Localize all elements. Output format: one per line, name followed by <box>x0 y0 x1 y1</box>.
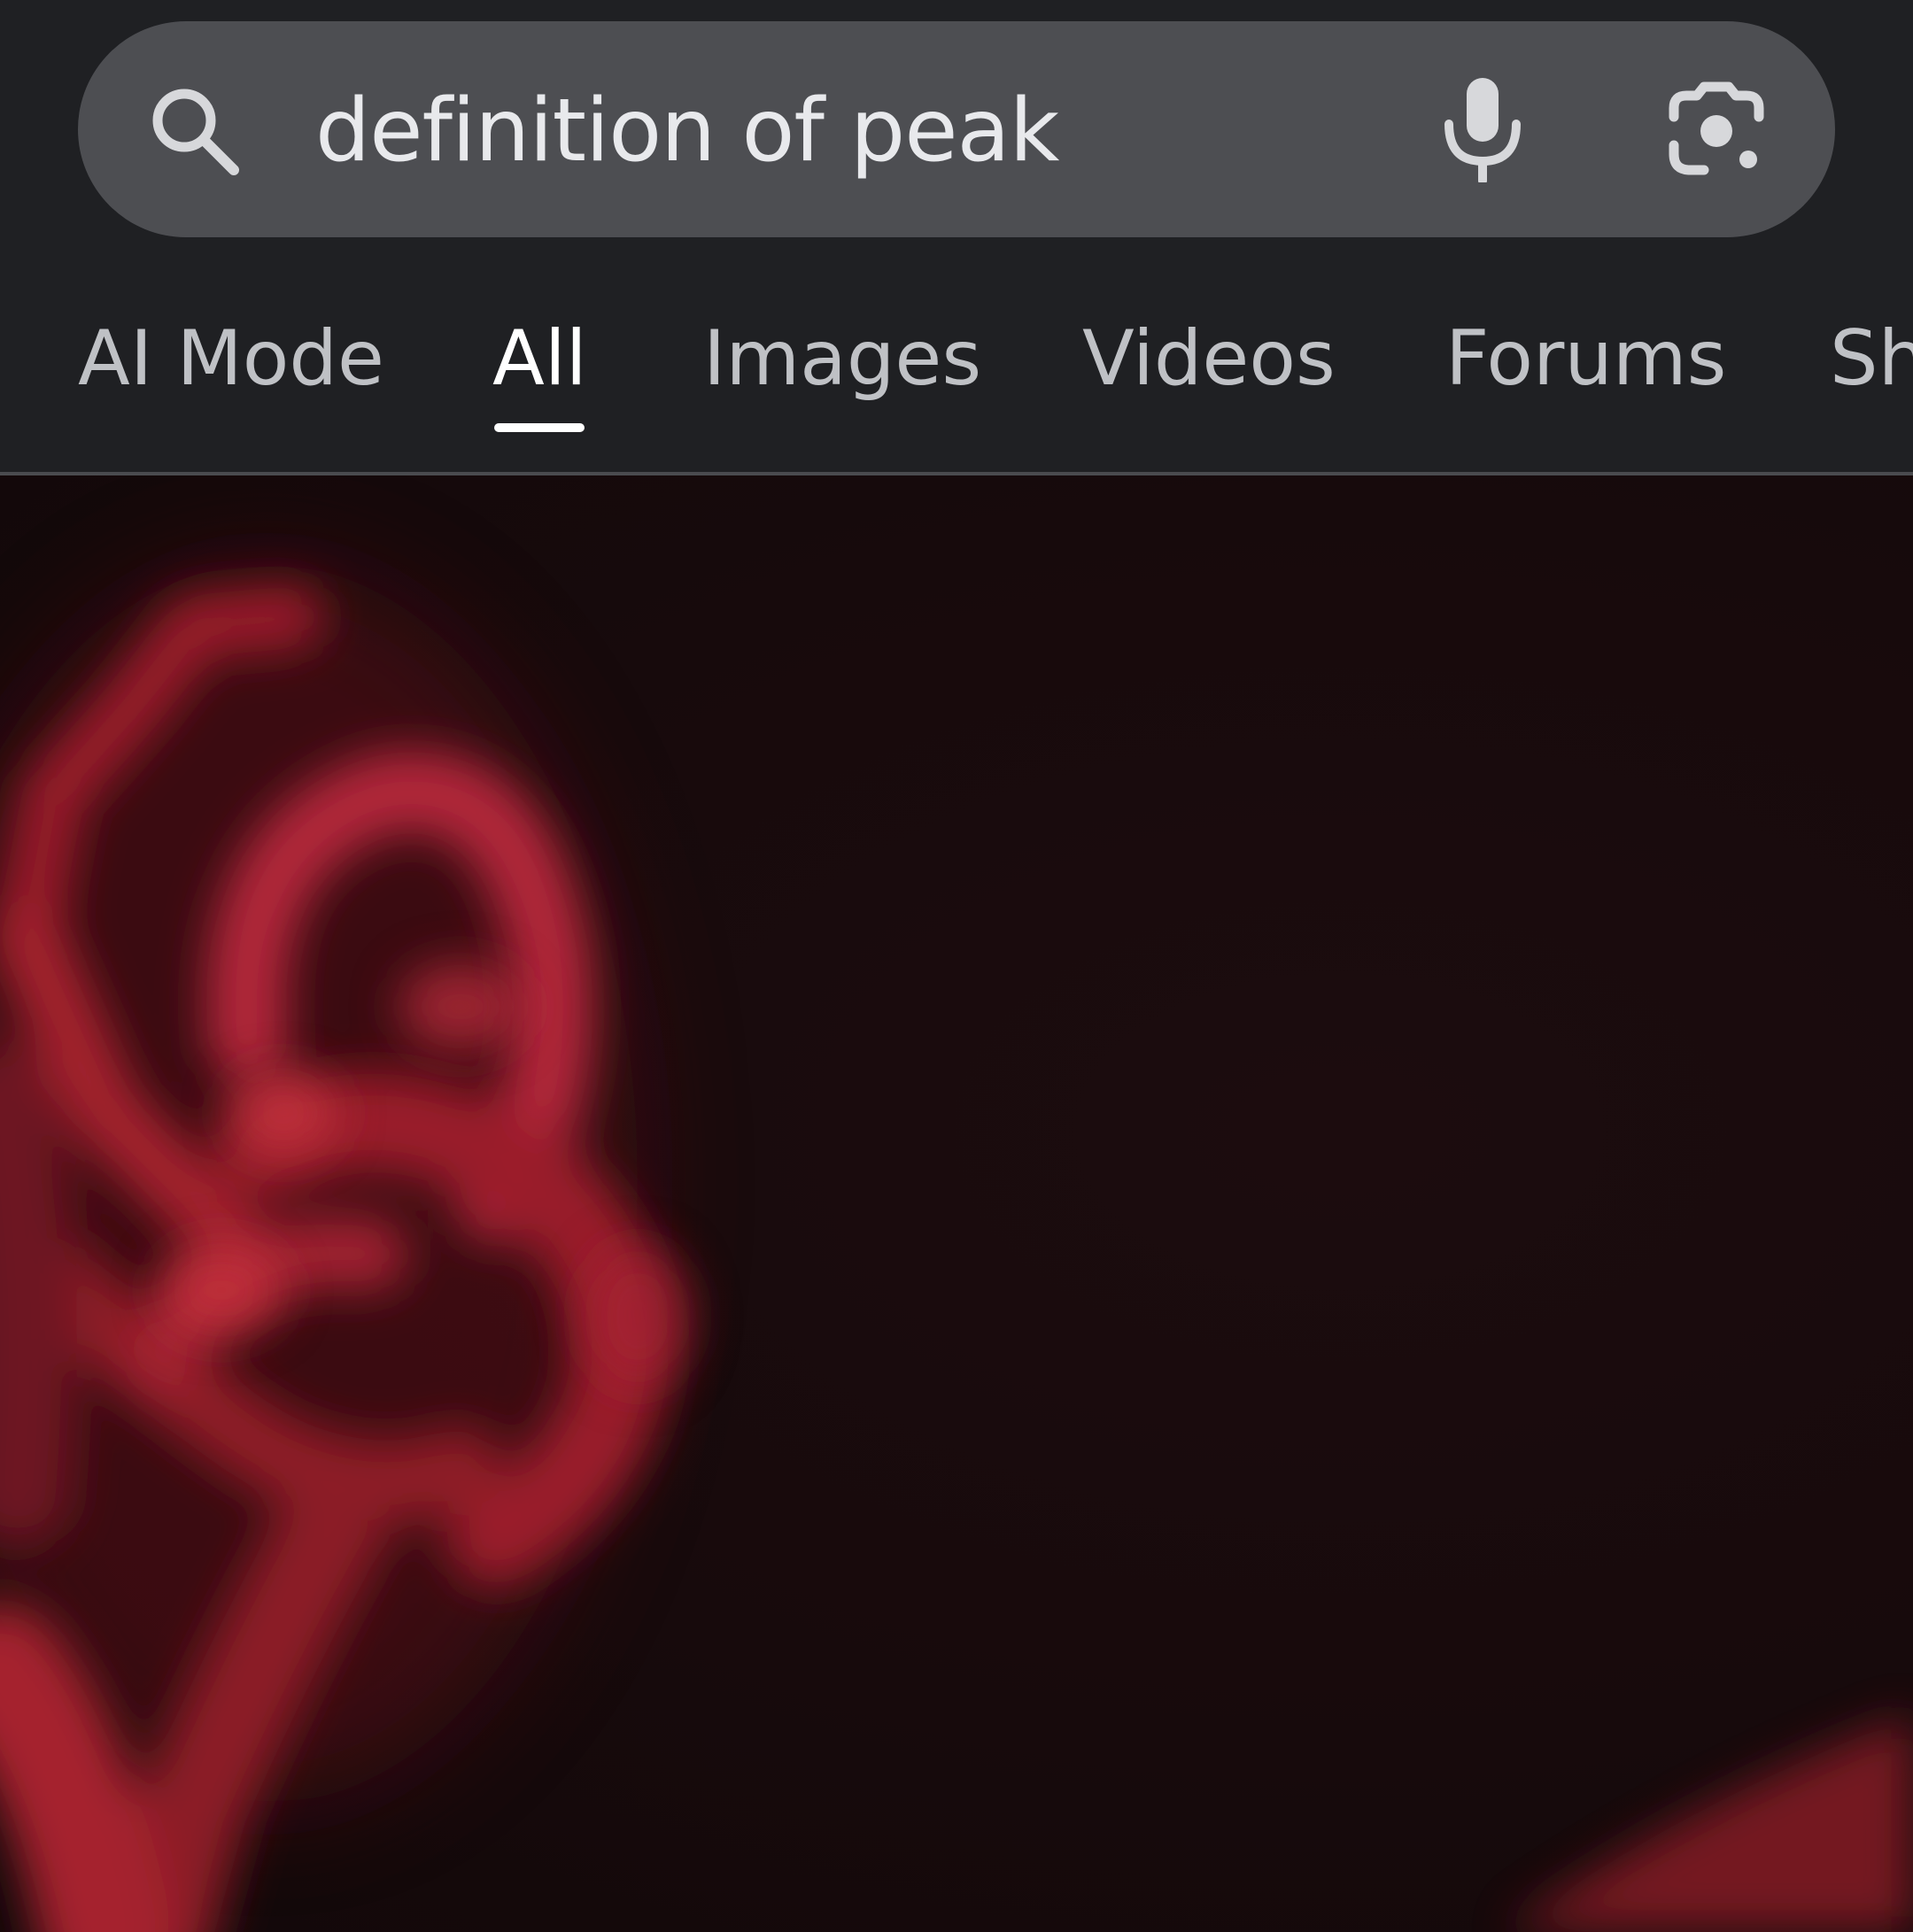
active-tab-indicator <box>494 423 585 432</box>
tab-shopping[interactable]: Sh <box>1830 301 1913 416</box>
blurred-dancer-image <box>0 564 1913 1932</box>
search-results-page: definition of peak AI Mode All Images Vi… <box>0 0 1913 1932</box>
tab-videos[interactable]: Videos <box>1082 301 1336 416</box>
search-tabs: AI Mode All Images Videos Forums Sh <box>0 301 1913 452</box>
microphone-icon[interactable] <box>1437 76 1529 182</box>
tab-images[interactable]: Images <box>703 301 981 416</box>
tab-forums[interactable]: Forums <box>1445 301 1726 416</box>
camera-lens-icon[interactable] <box>1667 81 1766 181</box>
tab-all[interactable]: All <box>492 301 587 416</box>
search-input[interactable]: definition of peak <box>315 78 1059 184</box>
search-icon[interactable] <box>145 81 244 181</box>
video-preview[interactable] <box>0 475 1913 1932</box>
search-header: definition of peak AI Mode All Images Vi… <box>0 0 1913 474</box>
tab-ai-mode[interactable]: AI Mode <box>78 301 384 416</box>
